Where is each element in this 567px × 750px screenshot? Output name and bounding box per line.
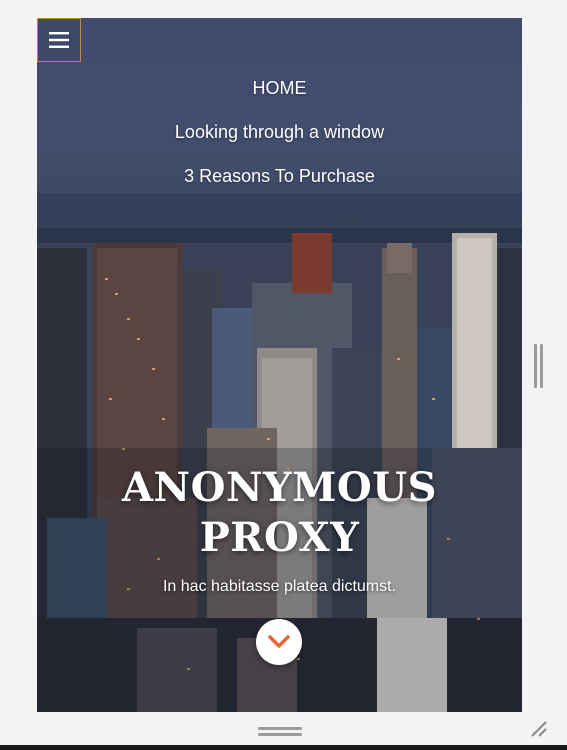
resize-corner-icon[interactable] — [528, 718, 548, 738]
hero-title-line-2: PROXY — [199, 514, 360, 561]
bottom-drag-handle[interactable] — [258, 727, 302, 736]
hamburger-menu-icon — [49, 32, 69, 48]
menu-toggle-button[interactable] — [37, 18, 81, 62]
nav-item-home[interactable]: HOME — [37, 66, 522, 110]
device-viewport: HOME Looking through a window 3 Reasons … — [37, 18, 522, 712]
hero-subtitle: In hac habitasse platea dictumst. — [162, 578, 397, 595]
hero-title: ANONYMOUS PROXY — [37, 463, 522, 563]
main-nav: HOME Looking through a window 3 Reasons … — [37, 66, 522, 198]
nav-item-3-reasons-to-purchase[interactable]: 3 Reasons To Purchase — [37, 154, 522, 198]
nav-item-looking-through-a-window[interactable]: Looking through a window — [37, 110, 522, 154]
hero-section: HOME Looking through a window 3 Reasons … — [37, 18, 522, 712]
bottom-bar — [0, 745, 567, 750]
side-drag-handle[interactable] — [534, 344, 544, 388]
scroll-down-button[interactable] — [256, 619, 302, 665]
chevron-down-icon — [268, 635, 290, 648]
hero-title-line-1: ANONYMOUS — [122, 464, 437, 511]
